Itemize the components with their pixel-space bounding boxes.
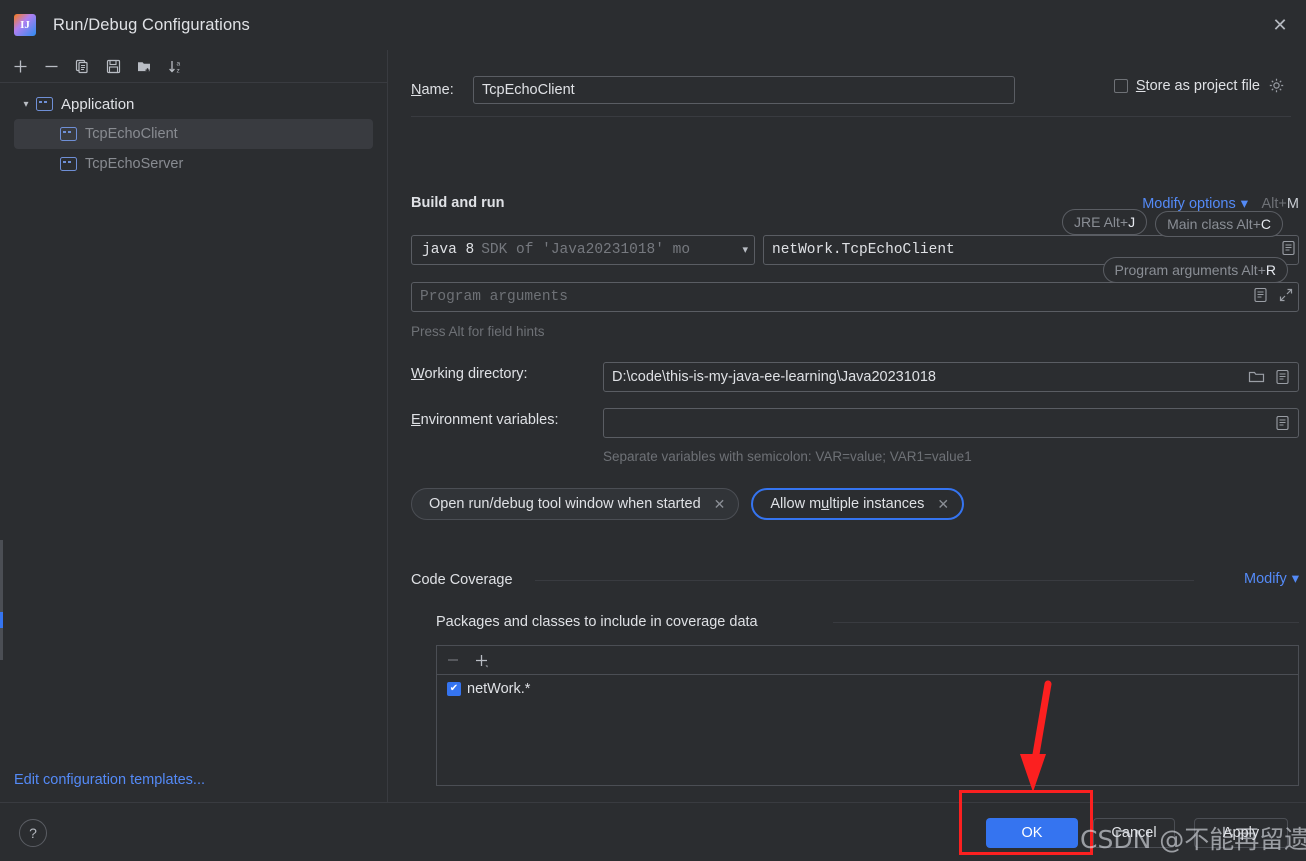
coverage-packages-title: Packages and classes to include in cover… [436, 614, 758, 630]
insert-macro-icon[interactable] [1253, 287, 1268, 303]
program-arguments-input[interactable]: Program arguments [411, 282, 1299, 312]
coverage-list-toolbar [437, 646, 1298, 675]
jre-select-detail: SDK of 'Java20231018' mo [481, 242, 691, 258]
sidebar-toolbar: a z [0, 50, 387, 83]
edit-configuration-templates-link[interactable]: Edit configuration templates... [14, 772, 205, 788]
coverage-list-item[interactable]: netWork.* [437, 675, 1298, 697]
working-directory-input[interactable]: D:\code\this-is-my-java-ee-learning\Java… [603, 362, 1299, 392]
intellij-idea-icon: IJ [14, 14, 36, 36]
working-directory-value: D:\code\this-is-my-java-ee-learning\Java… [612, 369, 936, 385]
coverage-item-label: netWork.* [467, 681, 531, 697]
environment-variables-label: Environment variables: [411, 412, 559, 428]
folder-add-icon[interactable] [129, 51, 160, 81]
chevron-down-icon: ▾ [1240, 196, 1248, 212]
copy-icon[interactable] [67, 51, 98, 81]
store-as-project-file-row[interactable]: Store as project file [1113, 77, 1285, 94]
svg-text:a: a [176, 60, 180, 67]
svg-text:z: z [176, 67, 179, 74]
chip-allow-multiple-instances[interactable]: Allow multiple instances ✕ [751, 488, 965, 520]
working-directory-row: Working directory: D:\code\this-is-my-ja… [411, 362, 1299, 392]
sidebar-item-tcpechoclient[interactable]: TcpEchoClient [14, 119, 373, 149]
store-as-project-file-label: Store as project file [1135, 77, 1260, 94]
program-arguments-placeholder: Program arguments [420, 289, 568, 305]
code-coverage-title: Code Coverage [411, 572, 513, 588]
insert-macro-icon[interactable] [1275, 369, 1290, 385]
main-class-field-icons [1281, 240, 1296, 256]
insert-macro-icon[interactable] [1281, 240, 1296, 256]
section-divider [411, 116, 1291, 117]
help-icon[interactable]: ? [19, 819, 47, 847]
save-icon[interactable] [98, 51, 129, 81]
application-config-icon [36, 97, 53, 111]
page-title: Run/Debug Configurations [53, 15, 250, 34]
ok-button[interactable]: OK [986, 818, 1078, 848]
chevron-down-icon: ▾ [1291, 571, 1299, 587]
store-as-project-file-checkbox[interactable] [1113, 78, 1128, 93]
modify-options-link[interactable]: Modify options ▾ [1142, 196, 1248, 212]
name-input-value: TcpEchoClient [482, 82, 575, 98]
sidebar-item-label: TcpEchoServer [85, 156, 184, 172]
jre-select[interactable]: java 8 SDK of 'Java20231018' mo ▾ [411, 235, 755, 265]
name-input[interactable]: TcpEchoClient [473, 76, 1015, 104]
expand-editor-icon[interactable] [1278, 287, 1294, 303]
chip-label: Allow multiple instances [770, 496, 925, 512]
code-coverage-rule [535, 580, 1194, 581]
sort-alphabetical-icon[interactable]: a z [160, 51, 191, 81]
add-package-button[interactable] [473, 652, 490, 669]
close-icon[interactable]: ✕ [1266, 11, 1294, 39]
chip-open-run-debug-tool-window[interactable]: Open run/debug tool window when started … [411, 488, 740, 520]
working-directory-label: Working directory: [411, 366, 528, 382]
minus-icon[interactable] [36, 51, 67, 81]
option-chips: Open run/debug tool window when started … [411, 488, 965, 520]
chip-close-icon[interactable]: ✕ [714, 496, 726, 513]
run-config-icon [60, 157, 77, 171]
environment-variables-row: Environment variables: [411, 408, 1299, 438]
run-config-icon [60, 127, 77, 141]
jre-shortcut-badge: JRE Alt+ J [1062, 209, 1148, 235]
configurations-sidebar: a z ▾ Application TcpEchoClient TcpEchoS… [0, 50, 388, 802]
environment-variables-icons [1275, 415, 1290, 431]
coverage-packages-list: netWork.* [436, 645, 1299, 786]
program-arguments-shortcut-badge: Program arguments Alt+ R [1102, 257, 1288, 283]
code-coverage-modify-label: Modify [1244, 571, 1287, 587]
environment-variables-input[interactable] [603, 408, 1299, 438]
jre-select-value: java 8 [422, 242, 475, 258]
csdn-watermark: CSDN @不能再留遗憾了 [1080, 825, 1306, 854]
configurations-tree: ▾ Application TcpEchoClient TcpEchoServe… [0, 83, 387, 179]
tree-group-application[interactable]: ▾ Application [14, 89, 373, 119]
gear-icon[interactable] [1268, 77, 1285, 94]
code-coverage-modify-link[interactable]: Modify ▾ [1244, 571, 1299, 587]
main-class-shortcut-badge: Main class Alt+ C [1155, 211, 1283, 237]
working-directory-icons [1248, 369, 1290, 385]
modify-options-shortcut: Alt+M [1261, 196, 1299, 212]
left-scrollbar-track[interactable] [0, 540, 3, 660]
configuration-editor-panel: Name: TcpEchoClient Store as project fil… [389, 50, 1306, 802]
chevron-down-icon: ▾ [742, 245, 748, 257]
chip-close-icon[interactable]: ✕ [937, 496, 949, 513]
folder-open-icon[interactable] [1248, 369, 1265, 385]
tree-group-label: Application [61, 95, 135, 113]
plus-icon[interactable] [5, 51, 36, 81]
chip-label: Open run/debug tool window when started [429, 496, 701, 512]
chevron-down-icon[interactable]: ▾ [16, 99, 36, 110]
sidebar-item-tcpechoserver[interactable]: TcpEchoServer [14, 149, 373, 179]
coverage-item-checkbox[interactable] [447, 682, 461, 696]
run-debug-configurations-dialog: IJ Run/Debug Configurations ✕ a z ▾ Appl… [0, 0, 1306, 861]
build-and-run-title: Build and run [411, 195, 505, 211]
left-scrollbar-thumb[interactable] [0, 612, 3, 628]
name-label: Name: [411, 82, 454, 98]
sidebar-item-label: TcpEchoClient [85, 126, 178, 142]
coverage-packages-rule [833, 622, 1299, 623]
program-arguments-field-icons [1253, 287, 1294, 303]
remove-package-button[interactable] [445, 652, 461, 668]
insert-macro-icon[interactable] [1275, 415, 1290, 431]
red-arrow-down-icon [1000, 680, 1080, 800]
name-row: Name: TcpEchoClient Store as project fil… [411, 76, 1291, 104]
modify-options-label: Modify options [1142, 196, 1236, 212]
title-bar: IJ Run/Debug Configurations ✕ [0, 0, 1306, 50]
environment-variables-hint: Separate variables with semicolon: VAR=v… [603, 449, 972, 464]
main-class-value: netWork.TcpEchoClient [772, 242, 955, 258]
alt-hint-text: Press Alt for field hints [411, 324, 545, 339]
